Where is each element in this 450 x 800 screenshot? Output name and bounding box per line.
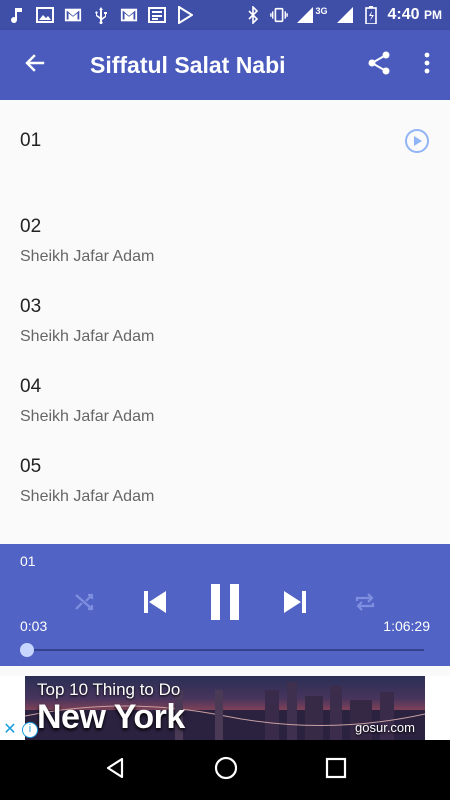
clock: 4:40 PM (387, 6, 442, 23)
ad-brand: gosur.com (355, 720, 415, 735)
previous-icon (142, 589, 168, 620)
news-icon (148, 6, 166, 24)
previous-button[interactable] (135, 584, 175, 624)
list-item[interactable]: 05 Sheikh Jafar Adam (0, 430, 450, 510)
ad-title: New York (37, 698, 185, 736)
list-item[interactable]: 06 (0, 510, 450, 530)
nav-recents-button[interactable] (325, 757, 347, 784)
track-list[interactable]: 01 02 Sheikh Jafar Adam 03 Sheikh Jafar … (0, 100, 450, 530)
ad-headline: Top 10 Thing to Do (37, 680, 181, 699)
next-icon (282, 589, 308, 620)
navigation-bar (0, 740, 450, 800)
track-number: 03 (20, 296, 42, 317)
status-bar: 3G 4:40 PM (0, 0, 450, 30)
share-icon (366, 50, 392, 81)
shuffle-icon (73, 590, 97, 619)
nav-back-icon (103, 757, 127, 784)
nav-recents-icon (325, 757, 347, 783)
list-item[interactable]: 04 Sheikh Jafar Adam (0, 350, 450, 430)
track-number: 04 (20, 376, 42, 397)
nav-home-icon (213, 756, 239, 785)
signal-icon (296, 6, 314, 24)
overflow-menu-button[interactable] (404, 30, 450, 100)
play-store-icon (176, 6, 194, 24)
current-time: 0:03 (20, 618, 48, 634)
shuffle-button[interactable] (65, 584, 105, 624)
media-player: 01 0:03 1:06:29 (0, 544, 450, 666)
play-circle-icon[interactable] (404, 128, 430, 154)
list-item[interactable]: 02 Sheikh Jafar Adam (0, 190, 450, 270)
seek-bar[interactable] (27, 649, 424, 651)
vibrate-icon (269, 6, 288, 24)
ad-banner[interactable]: Top 10 Thing to Do New York gosur.com ✕ … (0, 676, 450, 740)
gmail-icon (64, 6, 82, 24)
repeat-icon (353, 590, 377, 619)
close-icon: ✕ (3, 721, 17, 738)
list-item[interactable]: 01 (0, 100, 450, 200)
signal-icon (336, 6, 354, 24)
now-playing-title: 01 (20, 553, 36, 569)
image-icon (36, 6, 54, 24)
nav-home-button[interactable] (213, 755, 239, 786)
ad-image[interactable]: Top 10 Thing to Do New York gosur.com (25, 676, 425, 740)
total-time: 1:06:29 (383, 618, 430, 634)
ad-info-button[interactable]: i (22, 722, 38, 738)
share-button[interactable] (354, 30, 404, 100)
track-artist: Sheikh Jafar Adam (20, 328, 155, 345)
page-title: Siffatul Salat Nabi (90, 51, 286, 78)
gmail-icon (120, 6, 138, 24)
back-button[interactable] (0, 30, 70, 100)
info-icon: i (28, 723, 32, 735)
next-button[interactable] (275, 584, 315, 624)
nav-back-button[interactable] (103, 756, 127, 785)
track-number: 01 (20, 130, 42, 151)
battery-icon (362, 6, 380, 24)
usb-icon (92, 6, 110, 24)
track-number: 05 (20, 456, 42, 477)
track-artist: Sheikh Jafar Adam (20, 488, 155, 505)
bluetooth-icon (244, 6, 262, 24)
more-vert-icon (424, 52, 430, 79)
ad-close-button[interactable]: ✕ (0, 720, 20, 740)
repeat-button[interactable] (345, 584, 385, 624)
list-item[interactable]: 03 Sheikh Jafar Adam (0, 270, 450, 350)
track-number: 02 (20, 216, 42, 237)
track-artist: Sheikh Jafar Adam (20, 408, 155, 425)
pause-icon (209, 583, 241, 626)
music-icon (8, 6, 26, 24)
pause-button[interactable] (205, 583, 245, 626)
arrow-back-icon (23, 51, 47, 80)
seek-thumb[interactable] (20, 643, 34, 657)
track-artist: Sheikh Jafar Adam (20, 248, 155, 265)
network-type-label: 3G (315, 6, 328, 16)
app-bar: Siffatul Salat Nabi (0, 30, 450, 100)
